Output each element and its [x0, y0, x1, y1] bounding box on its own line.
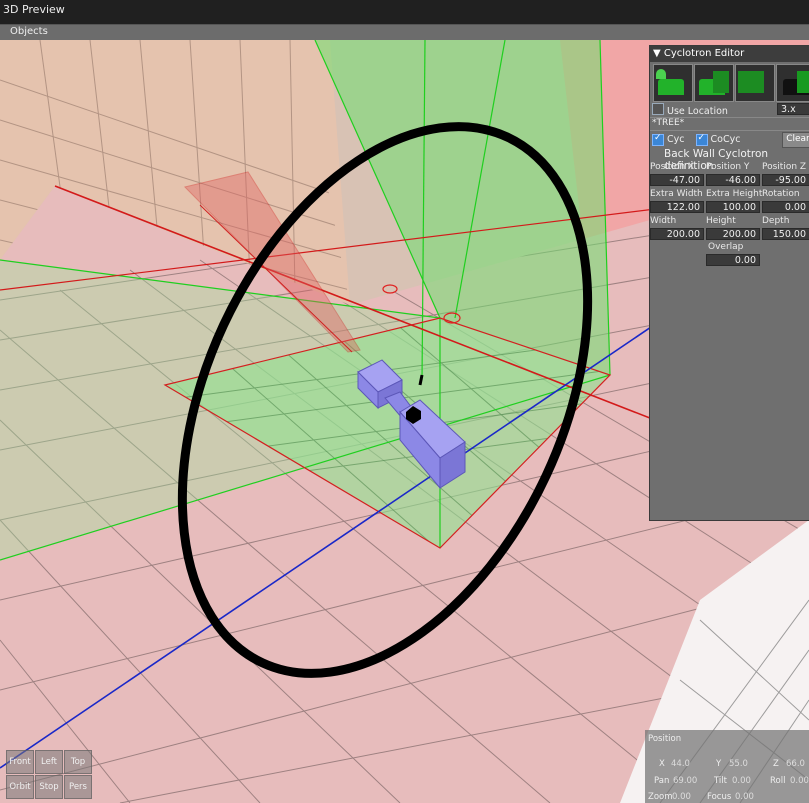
position-panel-title: Position [648, 734, 682, 744]
preset-thumbnail-2[interactable] [694, 64, 734, 102]
camera-pan-value[interactable]: 69.00 [673, 776, 697, 786]
preset-thumbnail-4[interactable] [776, 64, 809, 102]
overlap-field[interactable]: 0.00 [706, 254, 760, 266]
position-y-label: Position Y [706, 162, 750, 172]
extra-width-label: Extra Width [650, 189, 703, 199]
menu-objects[interactable]: Objects [10, 26, 48, 37]
preset-shape-icon [738, 71, 764, 93]
cyc-label: Cyc [667, 134, 685, 145]
camera-focus-label: Focus [707, 792, 732, 802]
orbit-button[interactable]: Orbit [6, 775, 34, 799]
cyclotron-editor-panel: ▼ Cyclotron Editor Use Location 3.x *TRE… [649, 45, 809, 521]
cyc-row: Cyc CoCyc [652, 134, 740, 146]
extra-width-field[interactable]: 122.00 [650, 201, 704, 213]
preset-shape-icon [797, 71, 809, 93]
camera-tilt-value[interactable]: 0.00 [732, 776, 751, 786]
extra-height-field[interactable]: 100.00 [706, 201, 760, 213]
position-z-label: Position Z [762, 162, 807, 172]
overlap-label: Overlap [708, 242, 744, 252]
rotation-label: Rotation [762, 189, 800, 199]
depth-label: Depth [762, 216, 790, 226]
camera-position-panel: Position X 44.0 Y 55.0 Z 66.0 Pan 69.00 … [645, 730, 809, 803]
height-label: Height [706, 216, 736, 226]
editor-header[interactable]: ▼ Cyclotron Editor [650, 46, 809, 62]
top-view-button[interactable]: Top [64, 750, 92, 774]
cocyc-checkbox[interactable] [695, 134, 708, 146]
clear-button[interactable]: Clear [782, 132, 809, 148]
position-x-label: Position X [650, 162, 695, 172]
extra-height-label: Extra Height [706, 189, 763, 199]
camera-y-value[interactable]: 55.0 [729, 759, 748, 769]
perspective-button[interactable]: Pers [64, 775, 92, 799]
use-location-row: Use Location [652, 103, 728, 117]
camera-y-label: Y [716, 759, 722, 769]
fixture-pivot [418, 374, 424, 386]
camera-roll-label: Roll [770, 776, 786, 786]
width-label: Width [650, 216, 677, 226]
camera-zoom-label: Zoom [648, 792, 673, 802]
position-x-field[interactable]: -47.00 [650, 174, 704, 186]
preset-thumbnail-1[interactable] [653, 64, 693, 102]
preset-thumbnails [653, 64, 809, 102]
position-y-field[interactable]: -46.00 [706, 174, 760, 186]
preset-shape-icon [656, 69, 666, 79]
window-titlebar: 3D Preview [0, 0, 809, 24]
use-location-checkbox[interactable] [652, 103, 664, 115]
position-z-field[interactable]: -95.00 [762, 174, 809, 186]
camera-x-label: X [659, 759, 665, 769]
window-title: 3D Preview [3, 3, 65, 16]
camera-pan-label: Pan [654, 776, 670, 786]
height-field[interactable]: 200.00 [706, 228, 760, 240]
use-location-label: Use Location [667, 106, 728, 117]
camera-z-value[interactable]: 66.0 [786, 759, 805, 769]
camera-tilt-label: Tilt [714, 776, 727, 786]
divider [650, 130, 809, 131]
left-view-button[interactable]: Left [35, 750, 63, 774]
cocyc-label: CoCyc [710, 134, 741, 145]
camera-zoom-value[interactable]: 0.00 [672, 792, 691, 802]
scale-field[interactable]: 3.x [777, 103, 809, 115]
camera-roll-value[interactable]: 0.00 [790, 776, 809, 786]
depth-field[interactable]: 150.00 [762, 228, 809, 240]
camera-z-label: Z [773, 759, 779, 769]
preset-thumbnail-3[interactable] [735, 64, 775, 102]
preset-shape-icon [658, 79, 684, 95]
camera-focus-value[interactable]: 0.00 [735, 792, 754, 802]
cyc-checkbox[interactable] [652, 134, 664, 146]
front-view-button[interactable]: Front [6, 750, 34, 774]
rotation-field[interactable]: 0.00 [762, 201, 809, 213]
preset-shape-icon [713, 71, 729, 93]
camera-x-value[interactable]: 44.0 [671, 759, 690, 769]
tree-label: *TREE* [652, 118, 685, 128]
stop-button[interactable]: Stop [35, 775, 63, 799]
width-field[interactable]: 200.00 [650, 228, 704, 240]
